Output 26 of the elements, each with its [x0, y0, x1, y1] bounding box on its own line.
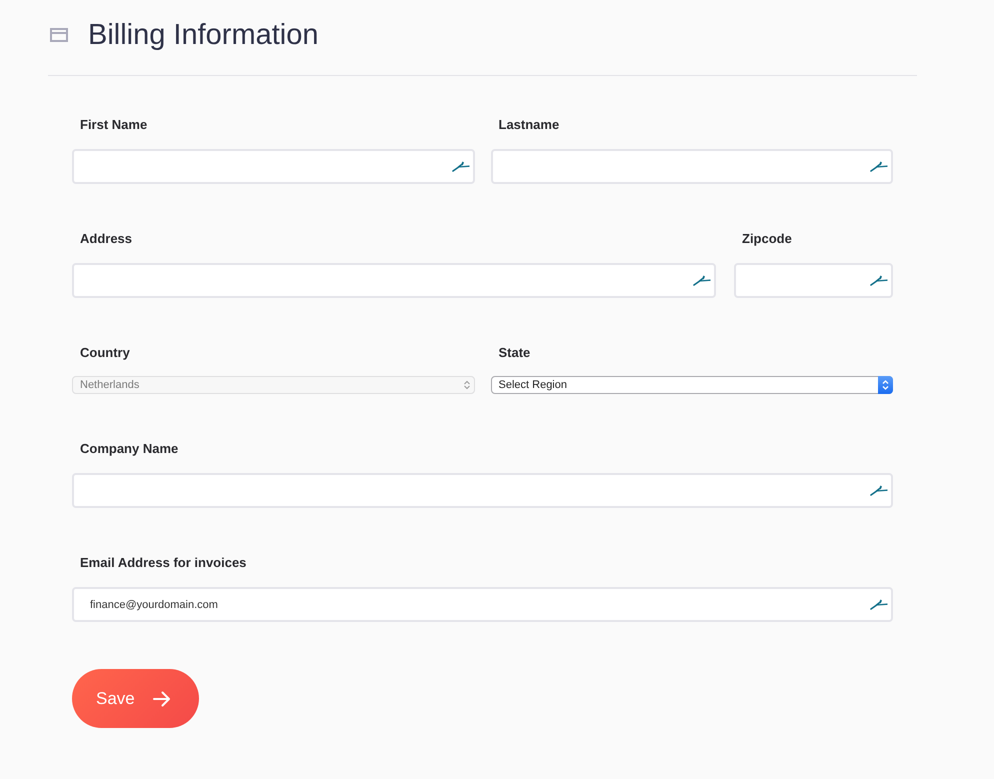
field-label: Country	[79, 345, 131, 361]
field-label: Company Name	[79, 441, 180, 457]
input-field[interactable]	[490, 149, 893, 184]
leaping-figure-icon[interactable]	[693, 274, 711, 286]
field-label: State	[498, 345, 532, 361]
input-field[interactable]	[72, 149, 474, 184]
chevron-updown-icon	[878, 376, 893, 394]
leaping-figure-icon[interactable]	[870, 484, 888, 496]
dropdown[interactable]: Select Region	[490, 376, 893, 394]
input-field[interactable]: finance@yourdomain.com	[72, 587, 893, 622]
leaping-figure-icon[interactable]	[870, 160, 888, 172]
card-icon	[50, 28, 68, 42]
field-label: Address	[79, 231, 134, 247]
input-field[interactable]	[734, 263, 893, 298]
field-label: Lastname	[498, 117, 560, 133]
input-field[interactable]	[72, 473, 893, 508]
field-label: First Name	[79, 117, 148, 133]
leaping-figure-icon[interactable]	[452, 160, 470, 172]
page-title: Billing Information	[88, 18, 318, 53]
arrow-right-icon	[152, 690, 171, 708]
field-label: Zipcode	[741, 231, 793, 247]
leaping-figure-icon[interactable]	[870, 274, 888, 286]
input-field[interactable]	[72, 263, 716, 298]
chevron-updown-icon	[462, 380, 470, 390]
field-label: Email Address for invoices	[79, 555, 248, 571]
leaping-figure-icon[interactable]	[870, 598, 888, 610]
